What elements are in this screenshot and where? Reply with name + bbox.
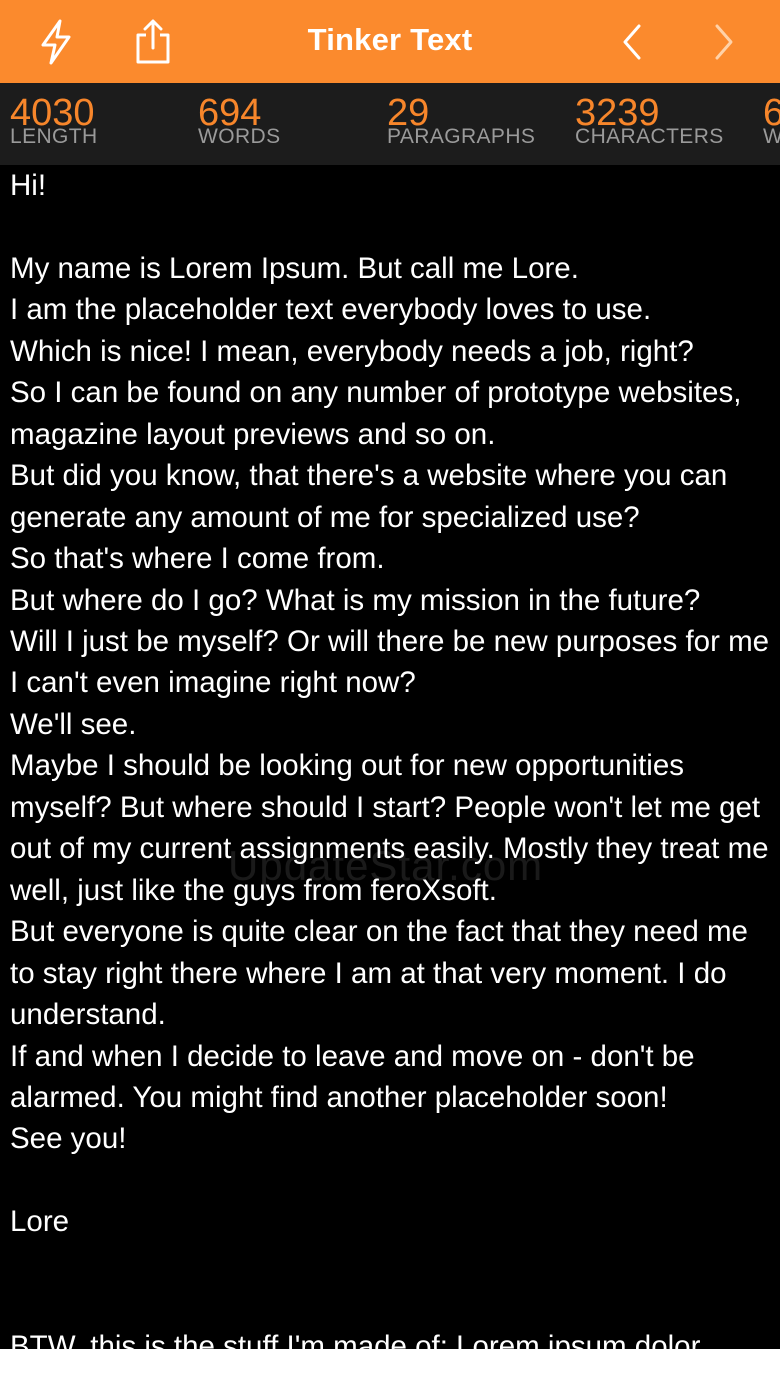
chevron-right-icon <box>712 22 736 62</box>
stat-label: WORDS <box>198 125 281 148</box>
navigation-bar: Tinker Text <box>0 0 780 83</box>
stat-length[interactable]: 4030 LENGTH <box>10 93 98 147</box>
stat-characters[interactable]: 3239 CHARACTERS <box>575 93 724 147</box>
next-button[interactable] <box>696 14 752 70</box>
stat-label: LENGTH <box>10 125 98 148</box>
stat-words[interactable]: 694 WORDS <box>198 93 281 147</box>
stat-paragraphs[interactable]: 29 PARAGRAPHS <box>387 93 535 147</box>
text-editor[interactable]: Hi! My name is Lorem Ipsum. But call me … <box>0 165 780 1349</box>
stat-label: PARAGRAPHS <box>387 125 536 148</box>
previous-button[interactable] <box>604 14 660 70</box>
app-title: Tinker Text <box>307 22 473 57</box>
stat-label: W <box>763 125 780 148</box>
stat-partial[interactable]: 6 W <box>763 93 780 147</box>
statistics-bar[interactable]: 4030 LENGTH 694 WORDS 29 PARAGRAPHS 3239… <box>0 83 780 165</box>
stat-label: CHARACTERS <box>575 125 724 148</box>
app-window: Tinker Text 4030 LENGTH 694 WORDS 29 PAR… <box>0 0 780 1349</box>
editor-text[interactable]: Hi! My name is Lorem Ipsum. But call me … <box>0 165 780 1349</box>
chevron-left-icon <box>620 22 644 62</box>
